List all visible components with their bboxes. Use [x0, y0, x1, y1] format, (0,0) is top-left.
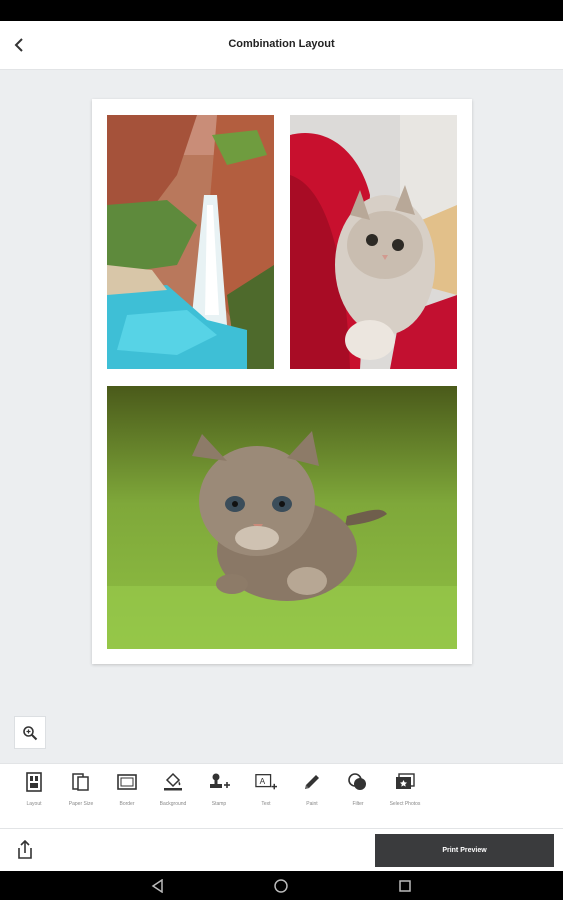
share-icon [18, 840, 32, 859]
toolbar-item-text[interactable]: A Text [243, 764, 289, 830]
edit-toolbar: Layout Paper Size Border Background Stam… [0, 763, 563, 829]
app-header: Combination Layout [0, 21, 563, 70]
cat-cushion-image [290, 115, 457, 369]
svg-text:A: A [260, 777, 266, 786]
status-bar [0, 0, 563, 21]
system-nav-bar [0, 871, 563, 900]
text-icon: A [255, 774, 277, 790]
border-icon [117, 774, 137, 790]
print-paper [92, 99, 472, 664]
bottom-action-bar: Print Preview [0, 829, 563, 871]
toolbar-item-paint[interactable]: Paint [289, 764, 335, 830]
nav-back-button[interactable] [148, 876, 168, 896]
toolbar-item-paper-size[interactable]: Paper Size [58, 764, 104, 830]
waterfall-image [107, 115, 274, 369]
toolbar-item-filter[interactable]: Filter [335, 764, 381, 830]
toolbar-item-select-photos[interactable]: Select Photos [382, 764, 428, 830]
page-title: Combination Layout [228, 38, 335, 50]
toolbar-item-stamp[interactable]: Stamp [196, 764, 242, 830]
background-icon [164, 772, 182, 791]
share-button[interactable] [12, 837, 38, 863]
toolbar-item-layout[interactable]: Layout [11, 764, 57, 830]
layout-icon [26, 772, 42, 792]
photo-cat-cushion[interactable] [290, 115, 457, 369]
select-photos-icon [396, 773, 415, 789]
photo-waterfall[interactable] [107, 115, 274, 369]
print-preview-button[interactable]: Print Preview [375, 834, 554, 867]
nav-home-button[interactable] [271, 876, 291, 896]
zoom-in-icon [23, 725, 38, 740]
paint-icon [305, 775, 319, 789]
photo-kitten-grass[interactable] [107, 386, 457, 649]
toolbar-item-background[interactable]: Background [150, 764, 196, 830]
paper-size-icon [72, 773, 89, 791]
nav-home-icon [274, 879, 288, 893]
nav-back-icon [151, 879, 163, 893]
stamp-icon [210, 773, 230, 788]
toolbar-item-border[interactable]: Border [104, 764, 150, 830]
zoom-button[interactable] [14, 716, 46, 749]
filter-icon [348, 773, 366, 790]
nav-recents-button[interactable] [395, 876, 415, 896]
nav-recents-icon [399, 880, 411, 892]
layout-canvas [0, 71, 563, 762]
kitten-grass-image [107, 386, 457, 649]
